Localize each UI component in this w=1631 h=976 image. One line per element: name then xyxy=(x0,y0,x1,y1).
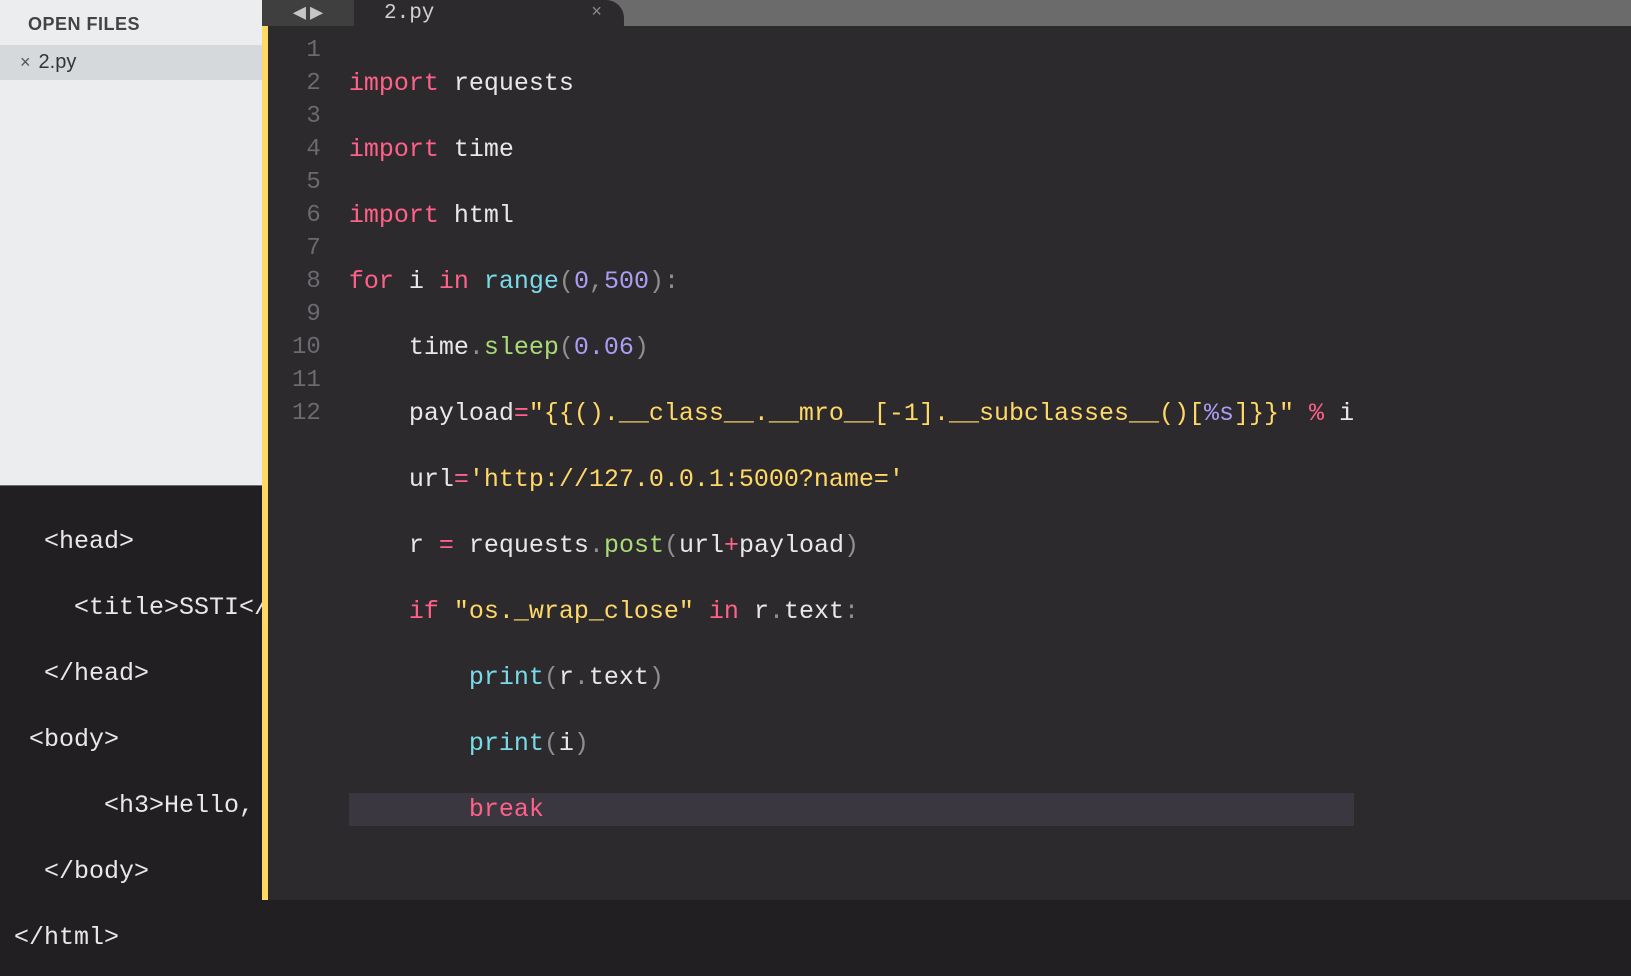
tab-bar: ◀ ▶ 2.py × xyxy=(262,0,1631,26)
code-line: import html xyxy=(349,199,1354,232)
tab-label: 2.py xyxy=(384,2,434,25)
open-file-name: 2.py xyxy=(39,51,77,74)
open-file-item[interactable]: × 2.py xyxy=(0,45,262,80)
code-line: break xyxy=(349,793,1354,826)
code-line: import requests xyxy=(349,67,1354,100)
code-line: print(i) xyxy=(349,727,1354,760)
nav-arrows: ◀ ▶ xyxy=(262,0,354,26)
code-line: print(r.text) xyxy=(349,661,1354,694)
close-icon[interactable]: × xyxy=(591,3,602,23)
console-line: </html> xyxy=(14,921,1617,954)
code-content[interactable]: import requests import time import html … xyxy=(333,26,1354,900)
code-line: if "os._wrap_close" in r.text: xyxy=(349,595,1354,628)
code-area[interactable]: 1 2 3 4 5 6 7 8 9 10 11 12 import reques… xyxy=(262,26,1631,900)
code-line: url='http://127.0.0.1:5000?name=' xyxy=(349,463,1354,496)
close-icon[interactable]: × xyxy=(20,52,31,73)
code-line: r = requests.post(url+payload) xyxy=(349,529,1354,562)
line-gutter: 1 2 3 4 5 6 7 8 9 10 11 12 xyxy=(268,26,333,900)
code-line: time.sleep(0.06) xyxy=(349,331,1354,364)
open-files-header: OPEN FILES xyxy=(0,0,262,45)
nav-forward-icon[interactable]: ▶ xyxy=(310,0,323,26)
nav-back-icon[interactable]: ◀ xyxy=(293,0,306,26)
code-line: for i in range(0,500): xyxy=(349,265,1354,298)
code-line: payload="{{().__class__.__mro__[-1].__su… xyxy=(349,397,1354,430)
tab-active[interactable]: 2.py × xyxy=(354,0,624,26)
editor: ◀ ▶ 2.py × 1 2 3 4 5 6 7 8 9 xyxy=(262,0,1631,485)
sidebar: OPEN FILES × 2.py xyxy=(0,0,262,485)
code-line: import time xyxy=(349,133,1354,166)
